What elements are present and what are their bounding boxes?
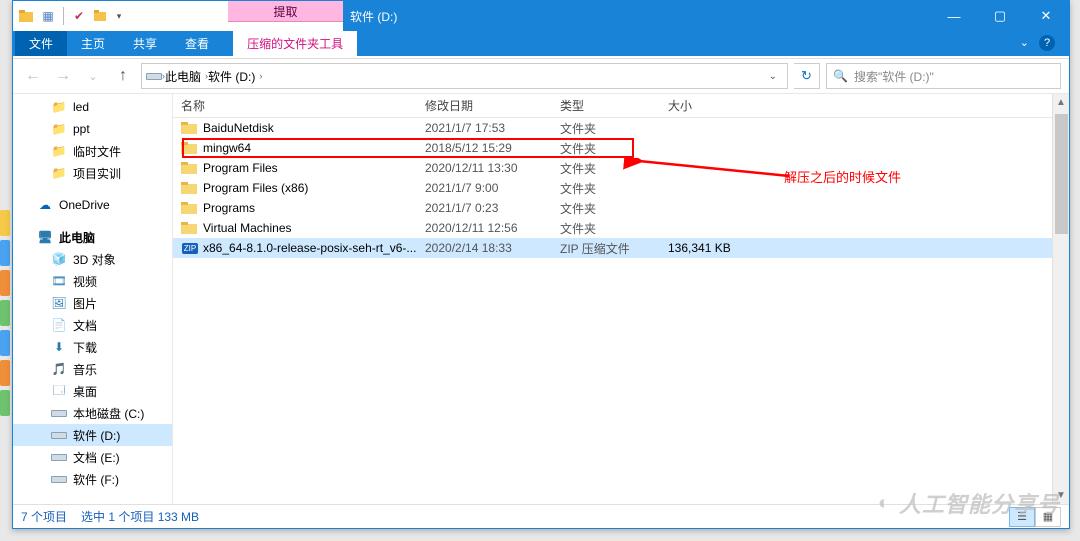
folder-icon: 📁	[51, 121, 67, 137]
file-row[interactable]: Programs2021/1/7 0:23文件夹	[173, 198, 1052, 218]
drive-icon	[51, 405, 67, 421]
crumb-drive[interactable]: 软件 (D:)	[208, 68, 255, 85]
onedrive-icon: ☁	[37, 197, 53, 213]
col-type[interactable]: 类型	[552, 94, 660, 117]
window-title: 软件 (D:)	[350, 1, 397, 31]
maximize-button[interactable]: ▢	[977, 1, 1023, 31]
background-decor	[0, 210, 12, 510]
breadcrumb-bar[interactable]: › 此电脑› 软件 (D:)› ⌄	[141, 63, 788, 89]
tree-quick-temp[interactable]: 📁临时文件	[13, 140, 172, 162]
explorer-app-icon	[17, 7, 35, 25]
minimize-button[interactable]: —	[931, 1, 977, 31]
ribbon-tab-home[interactable]: 主页	[67, 31, 119, 56]
qat-properties-icon[interactable]: ▦	[39, 7, 57, 25]
wechat-icon: ◐	[878, 492, 891, 515]
folder-icon: 📁	[51, 143, 67, 159]
crumb-pc[interactable]: 此电脑	[165, 68, 201, 85]
nav-history-dropdown[interactable]: ⌄	[81, 64, 105, 88]
nav-tree[interactable]: 📁led 📁ppt 📁临时文件 📁项目实训 ☁OneDrive 🖥此电脑 🧊3D…	[13, 94, 173, 504]
drive-icon	[51, 449, 67, 465]
tree-item[interactable]: 本地磁盘 (C:)	[13, 402, 172, 424]
ribbon-tabs: 文件 主页 共享 查看 压缩的文件夹工具 ⌄ ?	[13, 31, 1069, 56]
watermark: ◐ 人工智能分享号	[878, 487, 1060, 519]
tree-item[interactable]: 📄文档	[13, 314, 172, 336]
status-count: 7 个项目	[21, 508, 67, 525]
search-input[interactable]: 🔍 搜索"软件 (D:)"	[826, 63, 1061, 89]
tree-item[interactable]: 软件 (D:)	[13, 424, 172, 446]
ribbon-tab-view[interactable]: 查看	[171, 31, 223, 56]
contextual-tab-extract[interactable]: 提取	[228, 1, 343, 22]
column-headers[interactable]: 名称 修改日期 类型 大小	[173, 94, 1052, 118]
quick-access-toolbar: ▦ ✔ ▾	[13, 1, 124, 31]
tree-onedrive[interactable]: ☁OneDrive	[13, 194, 172, 216]
tree-item[interactable]: 🎞视频	[13, 270, 172, 292]
nav-forward-button: →	[51, 64, 75, 88]
ribbon-tab-share[interactable]: 共享	[119, 31, 171, 56]
address-dropdown-icon[interactable]: ⌄	[763, 71, 783, 82]
file-row[interactable]: Program Files (x86)2021/1/7 9:00文件夹	[173, 178, 1052, 198]
drive-icon	[146, 68, 162, 84]
col-date[interactable]: 修改日期	[417, 94, 552, 117]
folder-icon	[181, 120, 197, 136]
nav-back-button[interactable]: ←	[21, 64, 45, 88]
nav-up-button[interactable]: ↑	[111, 64, 135, 88]
vertical-scrollbar[interactable]: ▲ ▼	[1052, 94, 1069, 504]
tree-item[interactable]: 🖼图片	[13, 292, 172, 314]
refresh-button[interactable]: ↻	[794, 63, 820, 89]
folder-icon	[181, 180, 197, 196]
col-name[interactable]: 名称	[173, 94, 417, 117]
folder-icon: 📁	[51, 99, 67, 115]
explorer-window: ▦ ✔ ▾ 提取 软件 (D:) — ▢ ✕ 文件 主页 共享 查看 压缩的文件…	[12, 0, 1070, 529]
file-list: 名称 修改日期 类型 大小 BaiduNetdisk2021/1/7 17:53…	[173, 94, 1052, 504]
images-icon: 🖼	[51, 295, 67, 311]
folder-icon	[181, 160, 197, 176]
search-icon: 🔍	[833, 69, 848, 83]
scroll-thumb[interactable]	[1055, 114, 1068, 234]
folder-icon	[181, 140, 197, 156]
qat-newfolder-icon[interactable]	[92, 7, 110, 25]
titlebar: ▦ ✔ ▾ 提取 软件 (D:) — ▢ ✕	[13, 1, 1069, 31]
qat-customize-dropdown[interactable]: ▾	[114, 9, 124, 23]
close-button[interactable]: ✕	[1023, 1, 1069, 31]
folder-icon: 📁	[51, 165, 67, 181]
tree-item[interactable]: 🎵音乐	[13, 358, 172, 380]
tree-quick-ppt[interactable]: 📁ppt	[13, 118, 172, 140]
drive-icon	[51, 471, 67, 487]
tree-item[interactable]: 🧊3D 对象	[13, 248, 172, 270]
tree-item[interactable]: ⬇下载	[13, 336, 172, 358]
drive-icon	[51, 427, 67, 443]
music-icon: 🎵	[51, 361, 67, 377]
col-size[interactable]: 大小	[660, 94, 750, 117]
tree-this-pc[interactable]: 🖥此电脑	[13, 226, 172, 248]
help-icon[interactable]: ?	[1039, 35, 1055, 51]
file-row[interactable]: ZIPx86_64-8.1.0-release-posix-seh-rt_v6-…	[173, 238, 1052, 258]
file-row[interactable]: BaiduNetdisk2021/1/7 17:53文件夹	[173, 118, 1052, 138]
address-bar: ← → ⌄ ↑ › 此电脑› 软件 (D:)› ⌄ ↻ 🔍 搜索"软件 (D:)…	[13, 59, 1069, 93]
folder-icon	[181, 200, 197, 216]
video-icon: 🎞	[51, 273, 67, 289]
scroll-up-icon[interactable]: ▲	[1053, 94, 1069, 111]
ribbon-tab-compressed-tools[interactable]: 压缩的文件夹工具	[233, 31, 357, 56]
tree-quick-proj[interactable]: 📁项目实训	[13, 162, 172, 184]
desk-icon: 🗔	[51, 383, 67, 399]
3d-icon: 🧊	[51, 251, 67, 267]
tree-quick-led[interactable]: 📁led	[13, 96, 172, 118]
tree-item[interactable]: 文档 (E:)	[13, 446, 172, 468]
this-pc-icon: 🖥	[37, 229, 53, 245]
qat-checked-icon[interactable]: ✔	[70, 7, 88, 25]
dl-icon: ⬇	[51, 339, 67, 355]
file-row[interactable]: Program Files2020/12/11 13:30文件夹	[173, 158, 1052, 178]
file-row[interactable]: mingw642018/5/12 15:29文件夹	[173, 138, 1052, 158]
ribbon-collapse-icon[interactable]: ⌄	[1020, 36, 1029, 49]
folder-icon	[181, 220, 197, 236]
search-placeholder: 搜索"软件 (D:)"	[854, 68, 934, 85]
ribbon-file-tab[interactable]: 文件	[15, 31, 67, 56]
file-row[interactable]: Virtual Machines2020/12/11 12:56文件夹	[173, 218, 1052, 238]
tree-item[interactable]: 🗔桌面	[13, 380, 172, 402]
docs-icon: 📄	[51, 317, 67, 333]
zip-icon: ZIP	[181, 240, 197, 256]
tree-item[interactable]: 软件 (F:)	[13, 468, 172, 490]
status-selection: 选中 1 个项目 133 MB	[81, 508, 199, 525]
